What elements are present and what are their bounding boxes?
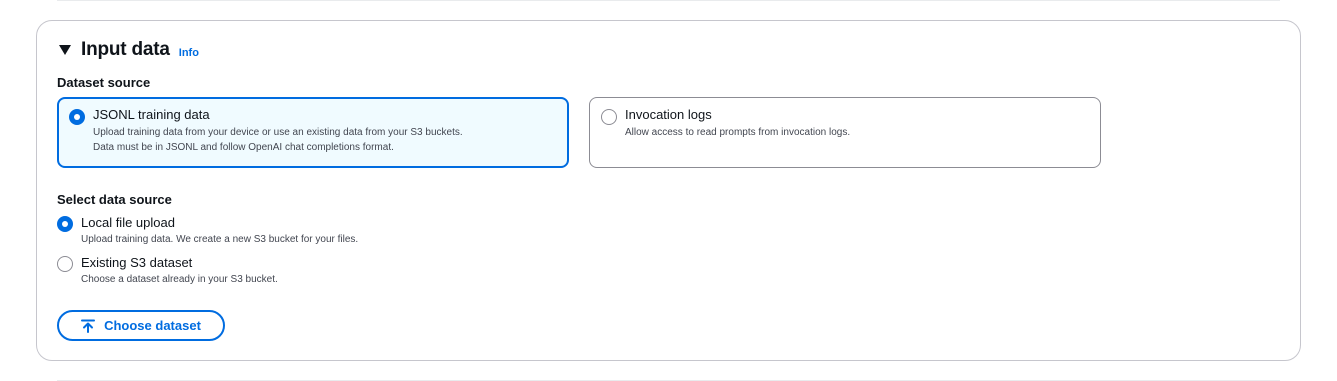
tile-jsonl-training-data[interactable]: JSONL training data Upload training data… [57,97,569,168]
section-title: Input data [81,39,170,60]
option-title: Existing S3 dataset [81,255,193,270]
upload-icon [81,319,96,333]
choose-dataset-button[interactable]: Choose dataset [57,310,225,341]
info-link[interactable]: Info [179,47,199,59]
option-title: Local file upload [81,215,175,230]
radio-button-selected[interactable] [69,109,85,125]
input-data-panel: Input data Info Dataset source JSONL tra… [36,20,1301,361]
tile-description: Upload training data from your device or… [93,125,563,155]
tile-description-line: Allow access to read prompts from invoca… [625,127,851,138]
dataset-source-label: Dataset source [57,75,151,90]
caret-down-icon[interactable] [59,45,71,55]
tile-title: Invocation logs [625,107,712,122]
tile-description: Allow access to read prompts from invoca… [625,125,1095,140]
radio-button-unselected[interactable] [57,256,73,272]
tile-description-line: Upload training data from your device or… [93,127,463,138]
top-divider [57,0,1280,1]
tile-description-line: Data must be in JSONL and follow OpenAI … [93,142,394,153]
radio-button-selected[interactable] [57,216,73,232]
tile-title: JSONL training data [93,107,210,122]
tile-invocation-logs[interactable]: Invocation logs Allow access to read pro… [589,97,1101,168]
select-data-source-label: Select data source [57,192,172,207]
radio-button-unselected[interactable] [601,109,617,125]
option-description: Upload training data. We create a new S3… [81,234,359,245]
section-header[interactable]: Input data Info [59,39,199,61]
choose-dataset-label: Choose dataset [104,318,201,333]
option-description: Choose a dataset already in your S3 buck… [81,274,278,285]
